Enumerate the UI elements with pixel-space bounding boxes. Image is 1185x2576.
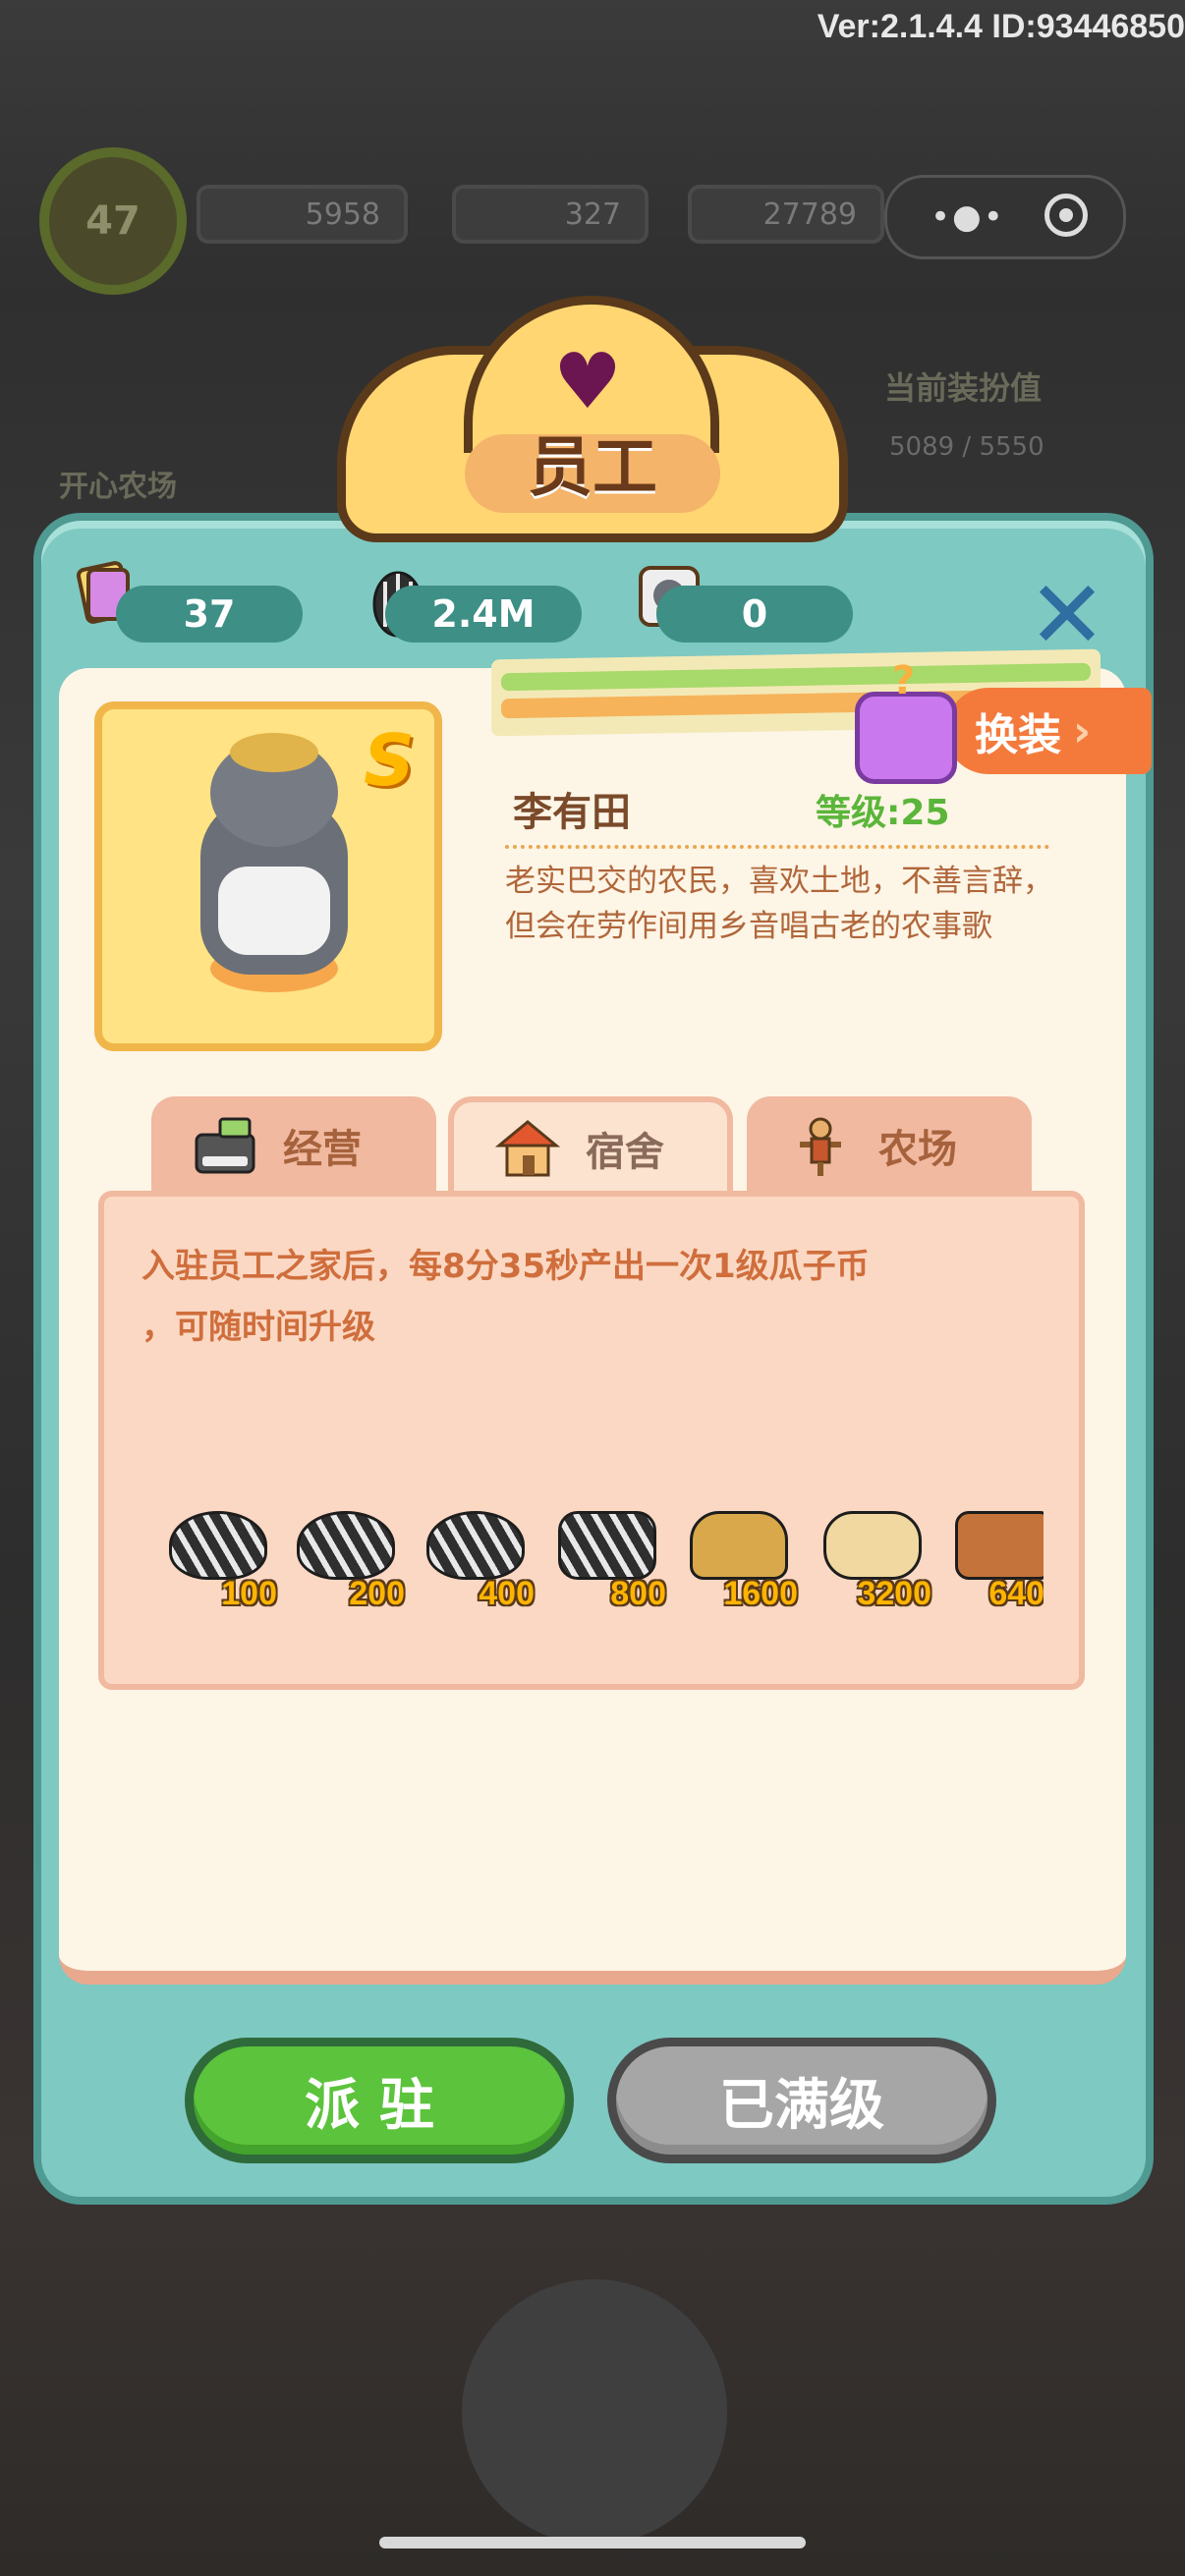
chevron-right-icon: › [1073,705,1092,756]
dotted-divider [505,845,1049,849]
employee-name: 李有田 [513,790,631,835]
deploy-button-label: 派驻 [305,2073,454,2138]
employee-portrait: S [94,701,442,1051]
version-text: Ver:2.1.4.4 ID:93446850 [817,8,1185,45]
seed-level-item: 800 [548,1491,666,1619]
seed-pile-icon [426,1511,525,1580]
employee-description: 老实巴交的农民，喜欢土地，不善言辞，但会在劳作间用乡音唱古老的农事歌 [505,864,1053,944]
staff-counter: 0 [656,586,853,643]
portrait-hair [230,733,318,772]
seed-pile-icon [297,1511,395,1580]
close-button[interactable]: ✕ [1026,568,1108,662]
cards-counter: 37 [116,586,303,643]
cash-register-icon [191,1111,259,1180]
heart-icon: ♥ [553,338,622,426]
seed-level-item: 1600 [680,1491,798,1619]
dialog-header: ♥ 员工 [337,296,848,548]
tickets-counter: 327 [452,185,649,244]
bottom-shovel-button [462,2279,727,2545]
seed-bag-icon [690,1511,788,1580]
seed-level-list: 100 200 400 800 1600 3200 6400 [159,1491,1044,1619]
seed-pile-icon [169,1511,267,1580]
max-level-button-label: 已满级 [719,2073,884,2138]
home-indicator[interactable] [379,2537,806,2548]
seed-level-value: 200 [349,1575,405,1612]
seed-cart-icon [955,1511,1044,1580]
seed-bowl-icon [558,1511,656,1580]
seed-level-value: 400 [479,1575,535,1612]
seed-level-value: 100 [221,1575,277,1612]
farm-label: 开心农场 [59,470,177,504]
employee-level: 等级:25 [816,793,950,833]
tab-farm[interactable]: 农场 [747,1096,1032,1195]
deploy-button[interactable]: 派驻 [185,2038,574,2163]
seed-level-item: 6400 [945,1491,1044,1619]
seed-level-item: 100 [159,1491,277,1619]
dress-up-label: 换装 [975,710,1061,760]
seed-level-item: 200 [287,1491,405,1619]
tab-operation-label: 经营 [283,1127,362,1172]
miniprogram-capsule[interactable]: •●• [884,175,1126,259]
close-target-icon[interactable] [1044,194,1088,237]
dress-up-button[interactable]: 换装 › ? [855,658,1152,784]
seed-level-item: 3200 [814,1491,931,1619]
gems-counter: 5958 [197,185,408,244]
tab-farm-label: 农场 [878,1127,957,1172]
seeds-counter: 2.4M [385,586,582,643]
dress-up-tag[interactable]: 换装 › [945,688,1152,774]
seed-level-value: 800 [610,1575,666,1612]
tab-dormitory[interactable]: 宿舍 [448,1096,733,1195]
outfit-icon [855,692,957,784]
seed-level-item: 400 [417,1491,535,1619]
rank-badge: S [364,719,415,802]
dormitory-panel: 入驻员工之家后，每8分35秒产出一次1级瓜子币 ，可随时间升级 100 200 … [98,1191,1085,1690]
tab-dormitory-label: 宿舍 [586,1130,664,1175]
dormitory-info: 入驻员工之家后，每8分35秒产出一次1级瓜子币 ，可随时间升级 [141,1236,1026,1358]
seed-level-value: 6400 [988,1575,1044,1612]
more-dots-icon[interactable]: •●• [931,197,1005,237]
dormitory-info-line1: 入驻员工之家后，每8分35秒产出一次1级瓜子币 [141,1247,870,1286]
seed-level-value: 1600 [723,1575,798,1612]
seed-sack-icon [823,1511,922,1580]
decor-value: 5089 / 5550 [889,432,1044,462]
portrait-shirt [218,867,330,955]
max-level-button[interactable]: 已满级 [607,2038,996,2163]
player-level-badge: 47 [39,147,187,295]
question-mark-icon: ? [892,658,916,703]
decor-title: 当前装扮值 [884,369,1043,407]
coupons-counter: 27789 [688,185,884,244]
dialog-title: 员工 [528,429,657,505]
scarecrow-icon [786,1111,855,1180]
tab-operation[interactable]: 经营 [151,1096,436,1195]
seed-level-value: 3200 [857,1575,931,1612]
house-icon [493,1114,562,1183]
dormitory-info-line2: ，可随时间升级 [141,1308,375,1347]
